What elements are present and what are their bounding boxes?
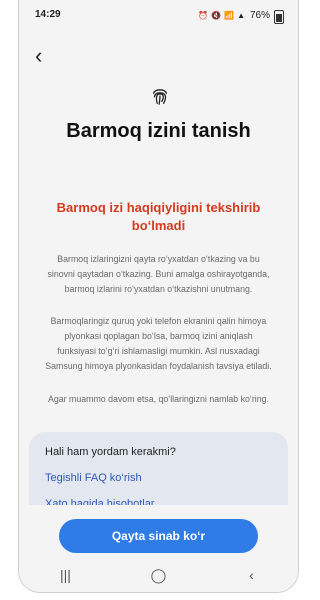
- instruction-paragraph-1: Barmoq izlaringizni qayta ro‘yxatdan o‘t…: [47, 254, 270, 294]
- retry-button[interactable]: Qayta sinab ko‘r: [59, 519, 258, 553]
- instruction-paragraph-3: Agar muammo davom etsa, qo‘llaringizni n…: [47, 394, 269, 404]
- mute-icon: 🔇: [211, 11, 222, 20]
- recent-apps-icon: |||: [60, 567, 71, 583]
- signal-icon: ▲: [237, 11, 245, 20]
- battery-icon: [274, 10, 284, 24]
- status-time: 14:29: [35, 9, 61, 20]
- navigation-bar: ||| ◯ ‹: [19, 558, 298, 592]
- fingerprint-icon: [152, 89, 168, 105]
- alarm-icon: ⏰: [198, 11, 209, 20]
- chevron-left-icon: ‹: [35, 43, 43, 68]
- back-icon: ‹: [249, 567, 254, 583]
- faq-link[interactable]: Tegishli FAQ ko‘rish: [45, 472, 142, 484]
- home-button[interactable]: ◯: [139, 567, 179, 584]
- nav-back-button[interactable]: ‹: [232, 567, 272, 583]
- error-message: Barmoq izi haqiqiyligini tekshirib bo‘lm…: [56, 200, 261, 233]
- page-title: Barmoq izini tanish: [66, 120, 251, 142]
- back-button[interactable]: ‹: [35, 44, 55, 68]
- battery-percent: 76%: [249, 10, 270, 21]
- recent-apps-button[interactable]: |||: [46, 567, 86, 583]
- instruction-paragraph-2: Barmoqlaringiz quruq yoki telefon ekrani…: [45, 316, 272, 371]
- phone-screen: 14:29 ⏰ 🔇 📶 ▲ 76% ‹ Barmoq izini tanish …: [18, 0, 299, 593]
- status-icons: ⏰ 🔇 📶 ▲ 76%: [198, 9, 284, 24]
- status-bar: 14:29 ⏰ 🔇 📶 ▲ 76%: [19, 0, 298, 30]
- wifi-icon: 📶: [224, 11, 235, 20]
- help-title: Hali ham yordam kerakmi?: [45, 446, 176, 458]
- home-icon: ◯: [150, 566, 167, 583]
